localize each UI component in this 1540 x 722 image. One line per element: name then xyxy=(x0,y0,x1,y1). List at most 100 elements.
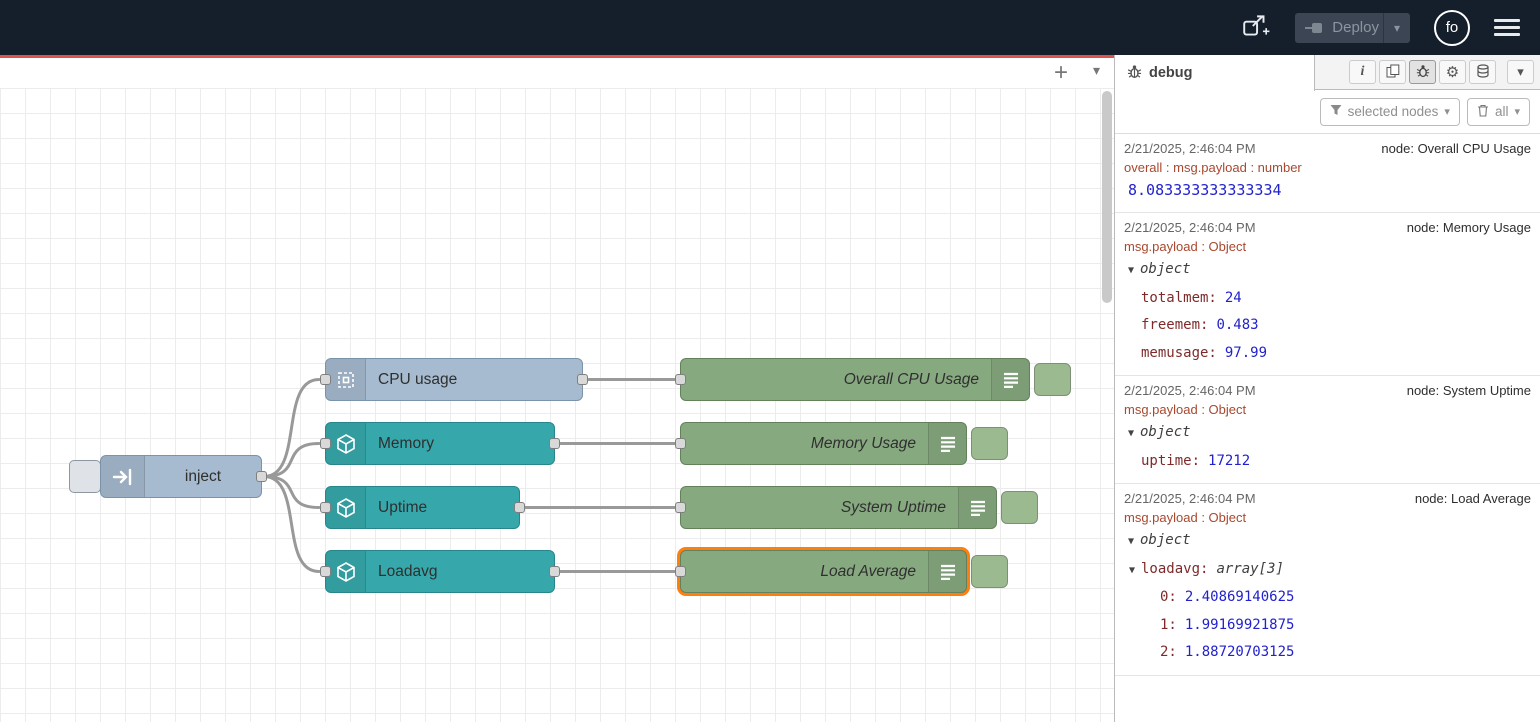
node-loadavg[interactable]: Loadavg xyxy=(325,550,555,593)
debug-message[interactable]: 2/21/2025, 2:46:04 PM node: Overall CPU … xyxy=(1115,134,1540,213)
sidebar-options-caret[interactable]: ▾ xyxy=(1507,60,1534,84)
object-key: totalmem: xyxy=(1141,290,1217,306)
message-path: msg.payload : Object xyxy=(1124,401,1531,419)
filter-nodes-button[interactable]: selected nodes ▾ xyxy=(1320,98,1460,126)
inject-arrow-icon xyxy=(101,456,145,497)
main-menu-button[interactable] xyxy=(1494,19,1520,36)
add-flow-button[interactable]: + xyxy=(1054,58,1068,88)
clear-messages-button[interactable]: all ▾ xyxy=(1467,98,1530,126)
message-node-name: node: Load Average xyxy=(1415,490,1531,508)
active-tab-indicator xyxy=(0,55,1114,58)
message-timestamp: 2/21/2025, 2:46:04 PM xyxy=(1124,219,1256,237)
debug-enable-toggle[interactable] xyxy=(1001,491,1038,524)
filter-label: selected nodes xyxy=(1348,104,1439,119)
debug-list-icon xyxy=(928,551,966,592)
debug-list-icon xyxy=(928,423,966,464)
node-memory[interactable]: Memory xyxy=(325,422,555,465)
menu-icon xyxy=(1494,19,1520,22)
workspace: + ▾ xyxy=(0,55,1114,722)
node-debug-memory[interactable]: Memory Usage xyxy=(680,422,967,465)
node-label: Memory Usage xyxy=(681,423,928,464)
object-value: 17212 xyxy=(1208,453,1250,469)
cube-icon xyxy=(326,551,366,592)
node-cpu-usage[interactable]: CPU usage xyxy=(325,358,583,401)
debug-message-list[interactable]: 2/21/2025, 2:46:04 PM node: Overall CPU … xyxy=(1115,134,1540,722)
chevron-down-icon: ▾ xyxy=(1514,105,1520,118)
message-timestamp: 2/21/2025, 2:46:04 PM xyxy=(1124,140,1256,158)
debug-enable-toggle[interactable] xyxy=(971,427,1008,460)
node-label: System Uptime xyxy=(681,487,958,528)
debug-message[interactable]: 2/21/2025, 2:46:04 PM node: Load Average… xyxy=(1115,484,1540,676)
object-type-label: object xyxy=(1140,424,1191,440)
input-port[interactable] xyxy=(675,566,686,577)
tab-debug-label: debug xyxy=(1149,65,1193,81)
export-flow-button[interactable] xyxy=(1241,12,1271,43)
input-port[interactable] xyxy=(320,438,331,449)
debug-panel-button[interactable] xyxy=(1409,60,1436,84)
message-node-name: node: Overall CPU Usage xyxy=(1381,140,1531,158)
array-index: 1: xyxy=(1160,617,1177,633)
object-key: memusage: xyxy=(1141,345,1217,361)
header-bar: Deploy ▾ fo xyxy=(0,0,1540,55)
output-port[interactable] xyxy=(549,438,560,449)
database-icon xyxy=(1476,64,1490,81)
info-panel-button[interactable]: i xyxy=(1349,60,1376,84)
node-label: Uptime xyxy=(366,487,519,528)
input-port[interactable] xyxy=(320,502,331,513)
canvas-scrollbar[interactable] xyxy=(1102,91,1112,720)
input-port[interactable] xyxy=(675,438,686,449)
debug-enable-toggle[interactable] xyxy=(971,555,1008,588)
deploy-options-caret[interactable]: ▾ xyxy=(1383,13,1410,43)
object-value: 97.99 xyxy=(1225,345,1267,361)
bug-icon xyxy=(1127,64,1142,83)
array-index: 2: xyxy=(1160,644,1177,660)
debug-message[interactable]: 2/21/2025, 2:46:04 PM node: Memory Usage… xyxy=(1115,213,1540,376)
node-label: CPU usage xyxy=(366,359,582,400)
input-port[interactable] xyxy=(320,566,331,577)
node-debug-overall-cpu[interactable]: Overall CPU Usage xyxy=(680,358,1030,401)
message-path: overall : msg.payload : number xyxy=(1124,159,1531,177)
node-debug-load-average[interactable]: Load Average xyxy=(680,550,967,593)
collapse-caret-icon[interactable]: ▼ xyxy=(1128,420,1140,448)
tab-debug[interactable]: debug xyxy=(1115,55,1315,91)
clear-label: all xyxy=(1495,104,1509,119)
debug-filter-bar: selected nodes ▾ all ▾ xyxy=(1115,90,1540,134)
context-data-button[interactable] xyxy=(1469,60,1496,84)
output-port[interactable] xyxy=(256,471,267,482)
config-nodes-button[interactable]: ⚙ xyxy=(1439,60,1466,84)
gear-icon: ⚙ xyxy=(1446,63,1459,81)
inject-trigger-button[interactable] xyxy=(69,460,101,493)
output-port[interactable] xyxy=(577,374,588,385)
input-port[interactable] xyxy=(675,502,686,513)
message-path: msg.payload : Object xyxy=(1124,509,1531,527)
collapse-caret-icon[interactable]: ▼ xyxy=(1128,528,1140,556)
flow-canvas[interactable] xyxy=(0,88,1114,722)
deploy-label: Deploy xyxy=(1330,19,1383,36)
cpu-chip-icon xyxy=(326,359,366,400)
object-value: 24 xyxy=(1225,290,1242,306)
output-port[interactable] xyxy=(514,502,525,513)
debug-enable-toggle[interactable] xyxy=(1034,363,1071,396)
sidebar-panel-icons: i xyxy=(1349,60,1534,84)
collapse-caret-icon[interactable]: ▼ xyxy=(1129,557,1141,585)
node-label: Loadavg xyxy=(366,551,554,592)
node-debug-uptime[interactable]: System Uptime xyxy=(680,486,997,529)
user-avatar[interactable]: fo xyxy=(1434,10,1470,46)
object-type-label: object xyxy=(1140,261,1191,277)
scrollbar-thumb[interactable] xyxy=(1102,91,1112,303)
message-timestamp: 2/21/2025, 2:46:04 PM xyxy=(1124,382,1256,400)
node-uptime[interactable]: Uptime xyxy=(325,486,520,529)
deploy-button[interactable]: Deploy ▾ xyxy=(1295,13,1410,43)
collapse-caret-icon[interactable]: ▼ xyxy=(1128,257,1140,285)
node-inject[interactable]: inject xyxy=(100,455,262,498)
input-port[interactable] xyxy=(675,374,686,385)
object-key: uptime: xyxy=(1141,453,1200,469)
array-value: 1.99169921875 xyxy=(1185,617,1295,633)
debug-message[interactable]: 2/21/2025, 2:46:04 PM node: System Uptim… xyxy=(1115,376,1540,484)
funnel-icon xyxy=(1330,104,1342,119)
debug-list-icon xyxy=(958,487,996,528)
help-panel-button[interactable] xyxy=(1379,60,1406,84)
output-port[interactable] xyxy=(549,566,560,577)
input-port[interactable] xyxy=(320,374,331,385)
flow-list-caret[interactable]: ▾ xyxy=(1093,62,1100,79)
